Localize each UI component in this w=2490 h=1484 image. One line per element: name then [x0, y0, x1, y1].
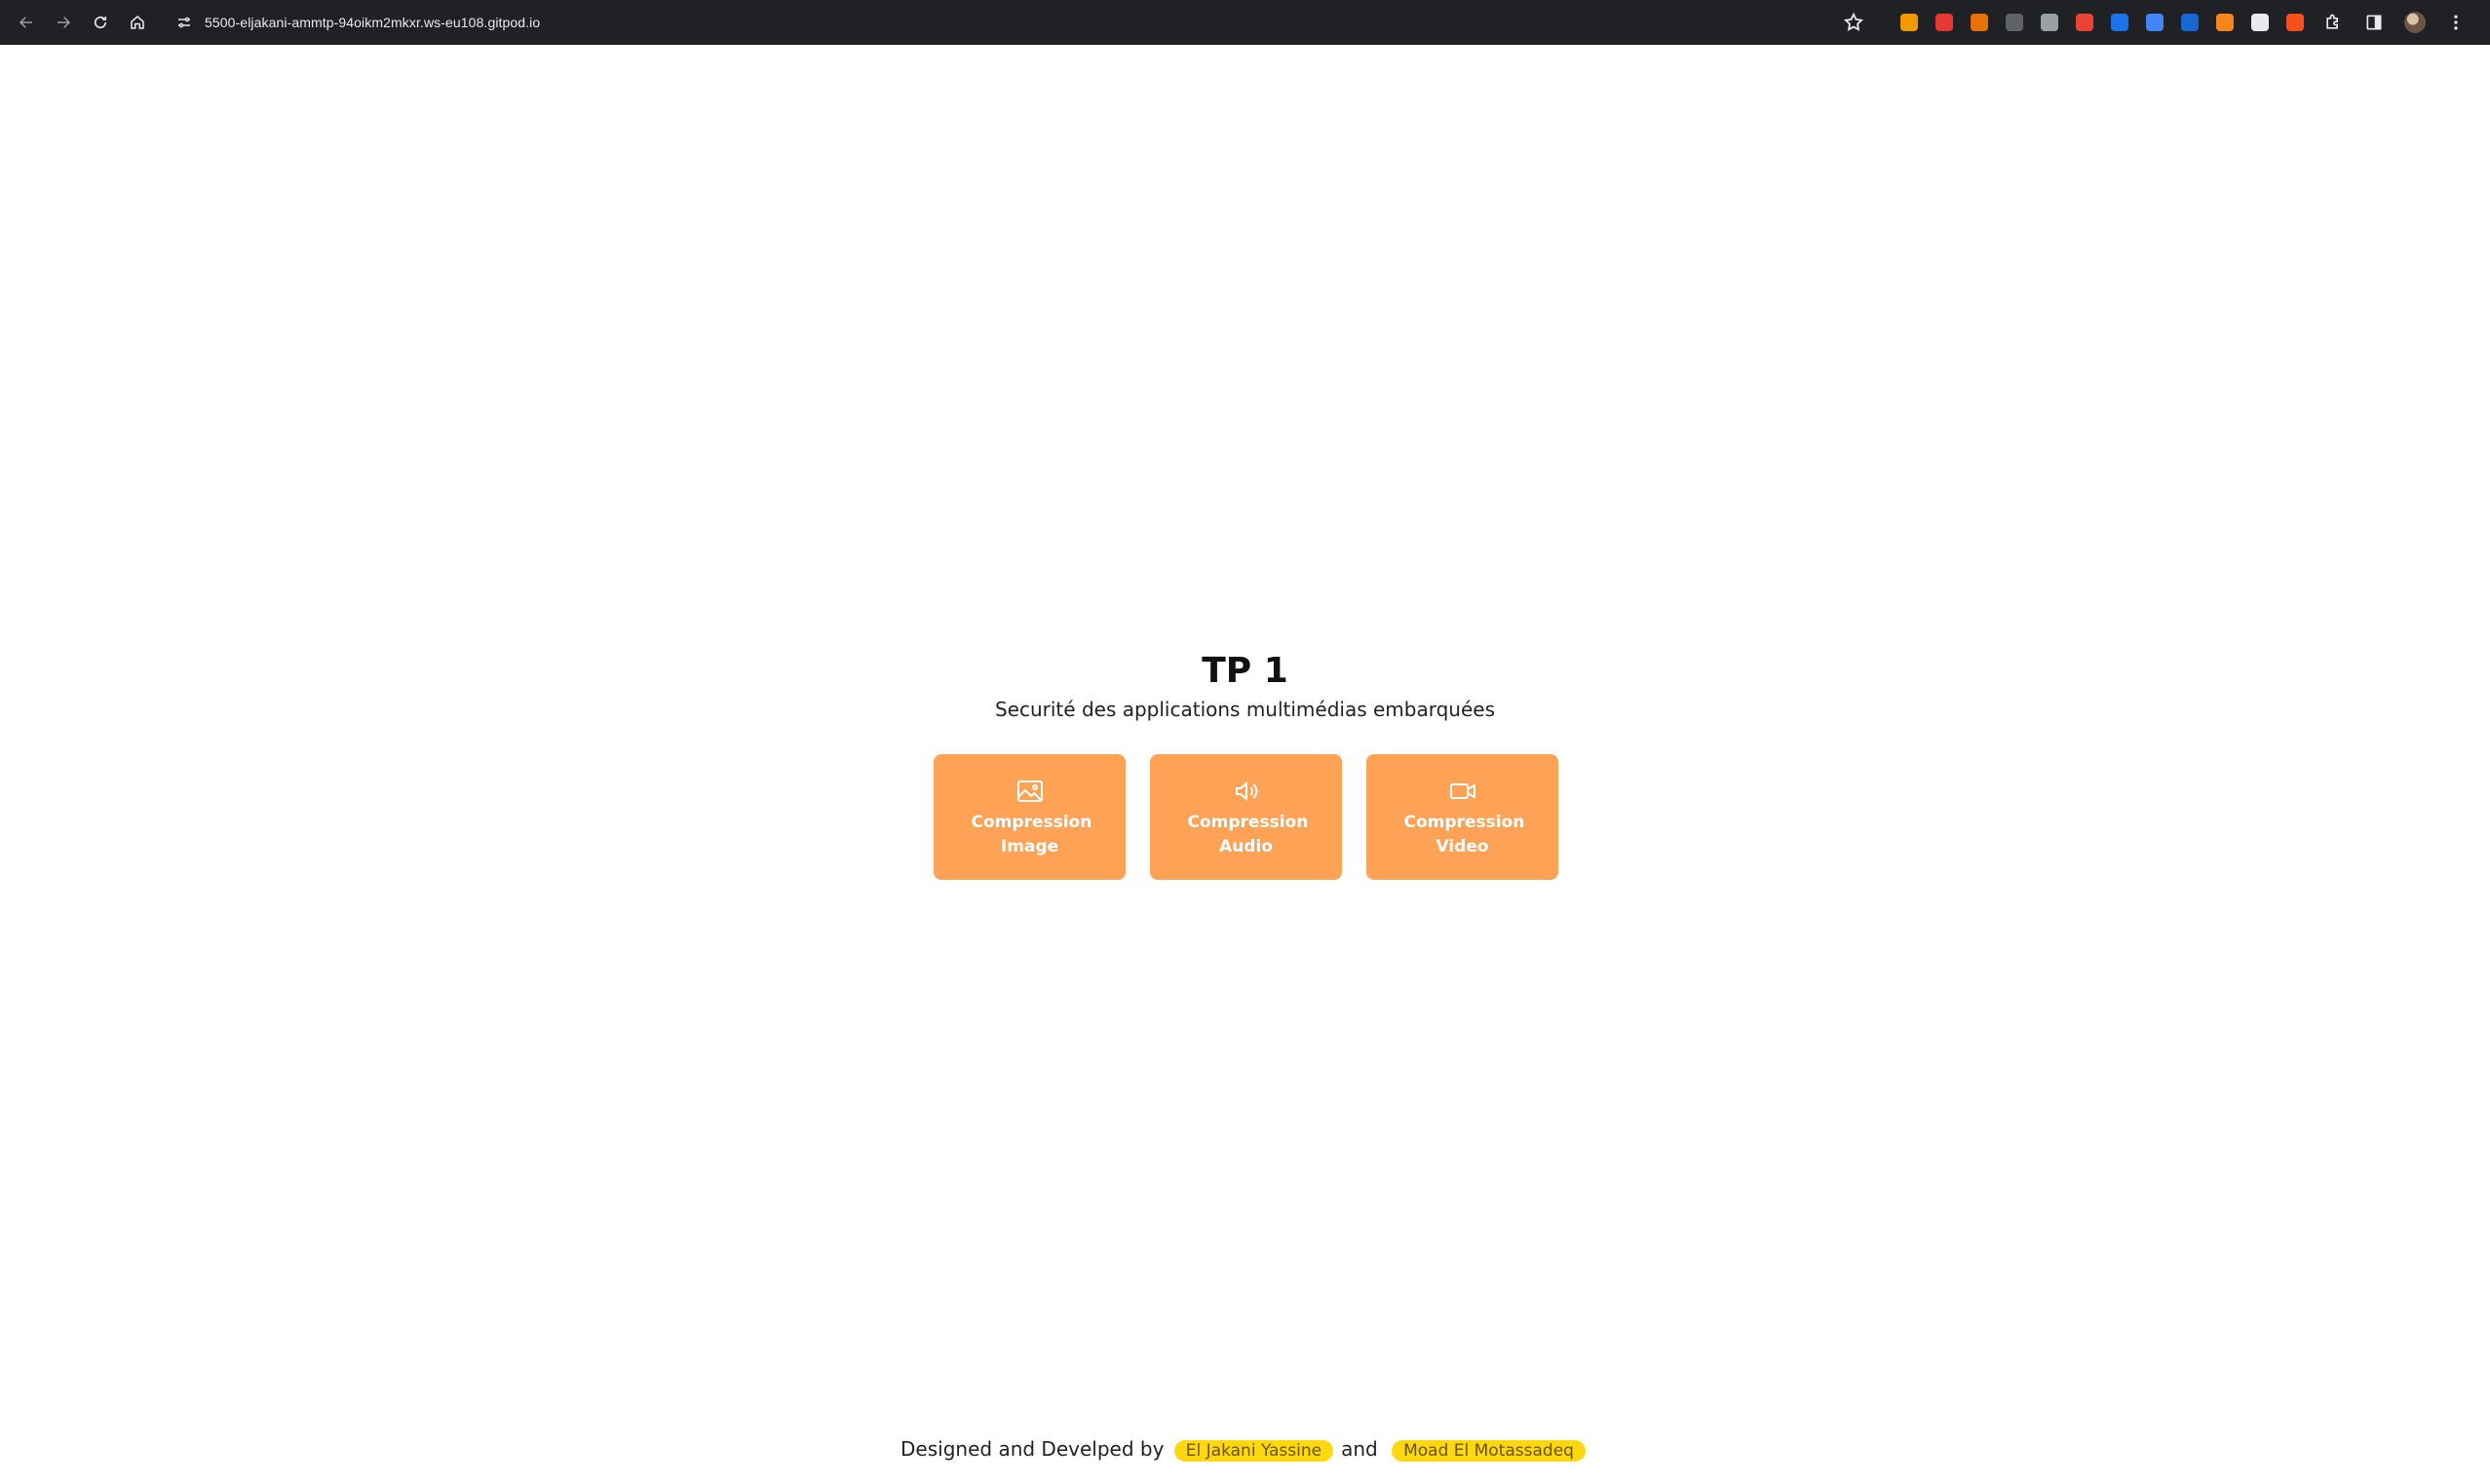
author-badge-1: El Jakani Yassine [1173, 1440, 1334, 1462]
home-icon [131, 16, 144, 29]
compression-video-label: Compression Video [1403, 812, 1525, 856]
more-vertical-icon [2454, 15, 2458, 30]
toolbar-right [1843, 0, 2476, 45]
reload-icon [94, 16, 107, 29]
compression-image-button[interactable]: Compression Image [934, 754, 1126, 880]
compression-cards: Compression Image Compression Audio Comp… [934, 754, 1558, 880]
compression-audio-label: Compression Audio [1187, 812, 1309, 856]
ext-translate-icon[interactable] [2146, 14, 2164, 31]
speaker-icon [1235, 780, 1257, 801]
ext-arrow-icon[interactable] [2286, 14, 2304, 31]
extensions-button[interactable] [2322, 12, 2344, 33]
ext-metamask-icon[interactable] [2216, 14, 2234, 31]
site-info-icon[interactable] [175, 14, 193, 31]
ext-docs-icon[interactable] [2181, 14, 2199, 31]
compression-video-button[interactable]: Compression Video [1366, 754, 1558, 880]
ext-terminal-icon[interactable] [2006, 14, 2023, 31]
home-button[interactable] [121, 6, 154, 39]
side-panel-icon [2366, 15, 2382, 30]
ext-percent-icon[interactable] [2076, 14, 2093, 31]
profile-avatar[interactable] [2404, 12, 2426, 33]
menu-button[interactable] [2445, 12, 2467, 33]
author-badge-2: Moad El Motassadeq [1392, 1440, 1586, 1462]
page-content: TP 1 Securité des applications multimédi… [0, 45, 2490, 1484]
footer: Designed and Develped by El Jakani Yassi… [0, 1437, 2490, 1462]
url-text[interactable]: 5500-eljakani-ammtp-94oikm2mkxr.ws-eu108… [205, 15, 540, 30]
ext-red-icon[interactable] [1935, 14, 1953, 31]
forward-button[interactable] [47, 6, 80, 39]
bookmark-star-icon[interactable] [1843, 12, 1864, 33]
arrow-right-icon [57, 17, 71, 28]
ext-cookie-icon[interactable] [1971, 14, 1988, 31]
page-subtitle: Securité des applications multimédias em… [994, 698, 1496, 721]
back-button[interactable] [10, 6, 43, 39]
puzzle-icon [2326, 14, 2338, 29]
compression-audio-button[interactable]: Compression Audio [1150, 754, 1342, 880]
reload-button[interactable] [84, 6, 117, 39]
ext-blue-p-icon[interactable] [2111, 14, 2128, 31]
extensions-list [1892, 14, 2313, 31]
ext-vue-icon[interactable] [2041, 14, 2058, 31]
footer-prefix: Designed and Develped by [900, 1437, 1165, 1461]
ext-orange-icon[interactable] [1900, 14, 1918, 31]
ext-qr-icon[interactable] [2251, 14, 2269, 31]
video-camera-icon [1449, 782, 1475, 799]
browser-toolbar: 5500-eljakani-ammtp-94oikm2mkxr.ws-eu108… [0, 0, 2490, 45]
arrow-left-icon [19, 17, 32, 28]
address-bar[interactable]: 5500-eljakani-ammtp-94oikm2mkxr.ws-eu108… [175, 6, 540, 39]
compression-image-label: Compression Image [971, 812, 1092, 856]
side-panel-button[interactable] [2363, 12, 2385, 33]
footer-conjunction: and [1341, 1437, 1378, 1461]
page-title: TP 1 [1202, 651, 1288, 691]
image-icon [1016, 780, 1043, 802]
